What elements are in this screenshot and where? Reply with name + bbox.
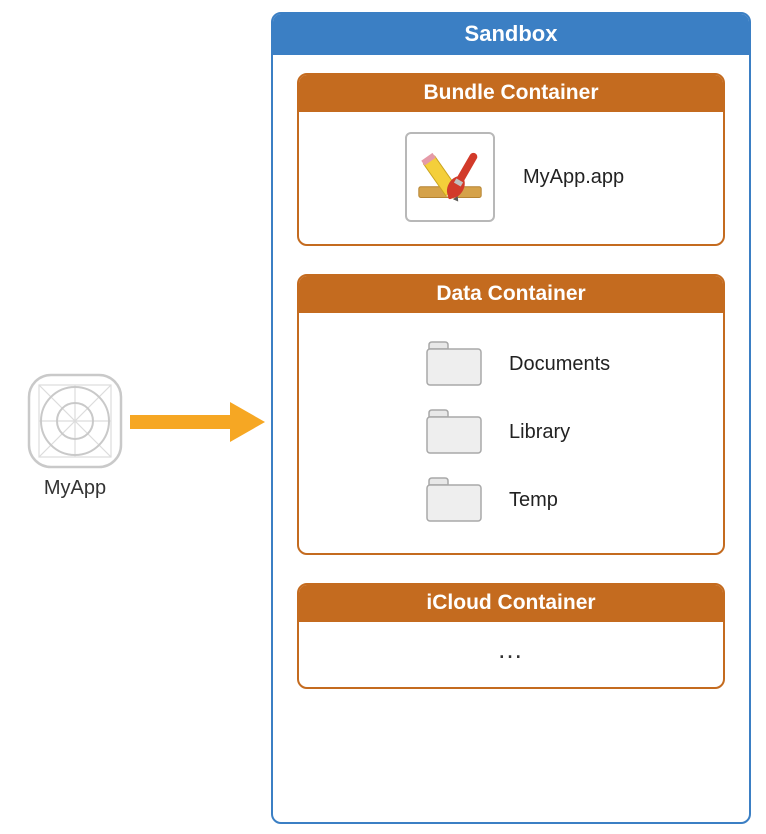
sandbox-title: Sandbox (273, 14, 749, 55)
app-bundle-icon (405, 132, 495, 222)
sandbox-body: Bundle Container (273, 55, 749, 699)
app-label: MyApp (20, 477, 130, 500)
folder-icon (425, 477, 483, 523)
icloud-container-title: iCloud Container (299, 585, 723, 622)
icloud-container: iCloud Container … (297, 583, 725, 689)
folder-row: Documents (425, 341, 707, 387)
icloud-ellipsis: … (299, 628, 723, 677)
folder-row: Library (425, 409, 707, 455)
folder-row: Temp (425, 477, 707, 523)
bundle-row: MyApp.app (315, 132, 707, 222)
data-container-title: Data Container (299, 276, 723, 313)
arrow-icon (130, 402, 265, 442)
folder-label: Documents (509, 353, 610, 376)
bundle-label: MyApp.app (523, 166, 624, 189)
app-template-icon (27, 373, 123, 469)
bundle-container: Bundle Container (297, 73, 725, 246)
folder-icon (425, 341, 483, 387)
folder-label: Temp (509, 489, 558, 512)
data-container: Data Container Documents (297, 274, 725, 555)
folder-label: Library (509, 421, 570, 444)
folder-icon (425, 409, 483, 455)
bundle-container-title: Bundle Container (299, 75, 723, 112)
source-app: MyApp (20, 373, 130, 500)
sandbox-container: Sandbox Bundle Container (271, 12, 751, 824)
